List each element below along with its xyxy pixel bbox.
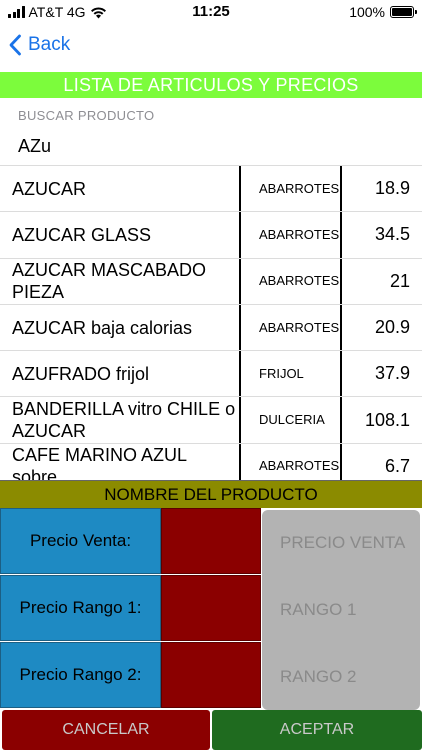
page-title: LISTA DE ARTICULOS Y PRECIOS: [0, 72, 422, 98]
product-category: ABARROTES: [239, 166, 342, 212]
cancel-button[interactable]: CANCELAR: [2, 710, 210, 750]
product-price: 21: [389, 270, 410, 291]
status-bar: AT&T 4G 11:25 100%: [0, 0, 422, 24]
price-range2-label: Precio Rango 2:: [0, 642, 161, 708]
product-name: CAFE MARINO AZUL sobre: [12, 445, 187, 480]
product-name: AZUCAR: [12, 178, 87, 199]
search-label: BUSCAR PRODUCTO: [18, 108, 155, 123]
product-category: ABARROTES: [239, 443, 342, 480]
back-button[interactable]: Back: [8, 34, 70, 56]
search-input[interactable]: [14, 132, 414, 160]
price-sale-box: [161, 508, 261, 574]
product-price: 37.9: [374, 363, 410, 384]
price-sale-label: Precio Venta:: [0, 508, 161, 574]
product-name-bar: NOMBRE DEL PRODUCTO: [0, 480, 422, 508]
product-price: 34.5: [374, 224, 410, 245]
price-input-panel: PRECIO VENTA RANGO 1 RANGO 2: [262, 510, 420, 710]
price-range2-box: [161, 642, 261, 708]
product-name: AZUCAR MASCABADO PIEZA: [12, 260, 207, 303]
table-row[interactable]: AZUCAR GLASS ABARROTES 34.5: [0, 212, 422, 259]
table-row[interactable]: AZUCAR baja calorias ABARROTES 20.9: [0, 304, 422, 352]
product-name: AZUCAR baja calorias: [12, 317, 193, 338]
range2-input[interactable]: RANGO 2: [280, 662, 420, 692]
nav-bar: Back: [0, 24, 422, 72]
search-area: BUSCAR PRODUCTO: [0, 98, 422, 166]
product-price: 18.9: [374, 178, 410, 199]
accept-button[interactable]: ACEPTAR: [212, 710, 422, 750]
product-category: DULCERIA: [239, 397, 342, 443]
product-name: AZUCAR GLASS: [12, 224, 152, 245]
product-price: 20.9: [374, 317, 410, 338]
battery-icon: [390, 6, 417, 18]
back-label: Back: [28, 34, 71, 55]
price-grid: Precio Venta: Precio Rango 1: Precio Ran…: [0, 508, 422, 710]
product-category: FRIJOL: [239, 351, 342, 397]
product-name: BANDERILLA vitro CHILE o AZUCAR: [12, 399, 236, 442]
price-sale-input[interactable]: PRECIO VENTA: [280, 528, 420, 558]
product-category: ABARROTES: [239, 212, 342, 258]
chevron-left-icon: [9, 34, 21, 56]
range1-input[interactable]: RANGO 1: [280, 595, 420, 625]
product-category: ABARROTES: [239, 258, 342, 304]
product-table: AZUCAR ABARROTES 18.9 AZUCAR GLASS ABARR…: [0, 166, 422, 480]
table-row[interactable]: AZUFRADO frijol FRIJOL 37.9: [0, 351, 422, 398]
table-row[interactable]: BANDERILLA vitro CHILE o AZUCAR DULCERIA…: [0, 397, 422, 444]
price-range1-box: [161, 575, 261, 641]
product-name: AZUFRADO frijol: [12, 363, 150, 384]
battery-percent: 100%: [349, 4, 385, 20]
table-row[interactable]: AZUCAR ABARROTES 18.9: [0, 166, 422, 213]
product-price: 108.1: [364, 409, 410, 430]
price-range1-label: Precio Rango 1:: [0, 575, 161, 641]
table-row[interactable]: AZUCAR MASCABADO PIEZA ABARROTES 21: [0, 258, 422, 305]
product-category: ABARROTES: [239, 304, 342, 351]
status-right: 100%: [349, 4, 417, 20]
table-row[interactable]: CAFE MARINO AZUL sobre ABARROTES 6.7: [0, 443, 422, 480]
product-price: 6.7: [384, 455, 410, 476]
